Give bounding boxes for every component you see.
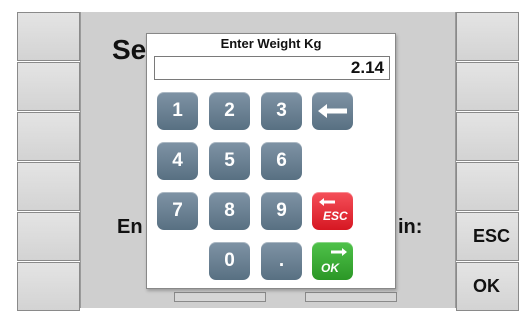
ok-key-label: OK [321,261,339,275]
right-softkey-1[interactable] [456,12,519,61]
esc-key-label: ESC [323,209,348,223]
backspace-key[interactable] [312,92,353,130]
key-1[interactable]: 1 [157,92,198,130]
left-arrow-icon [317,104,347,118]
esc-key[interactable]: ESC [312,192,353,230]
right-softkey-3[interactable] [456,112,519,161]
key-9[interactable]: 9 [261,192,302,230]
key-2[interactable]: 2 [209,92,250,130]
right-button-column: ESC OK [456,12,519,311]
ok-key[interactable]: OK [312,242,353,280]
screen: Se En in: ESC OK Enter Weight Kg 2.14 1 … [0,0,519,311]
left-softkey-2[interactable] [17,62,80,111]
weight-keypad-dialog: Enter Weight Kg 2.14 1 2 3 4 5 6 7 8 9 E… [146,33,396,289]
key-7[interactable]: 7 [157,192,198,230]
left-softkey-4[interactable] [17,162,80,211]
background-entry-label: En [117,216,143,238]
bottom-tab-2[interactable] [305,292,397,302]
bottom-tab-1[interactable] [174,292,266,302]
esc-softkey[interactable]: ESC [456,212,519,261]
right-softkey-4[interactable] [456,162,519,211]
background-title: Se [112,34,147,65]
key-4[interactable]: 4 [157,142,198,180]
left-softkey-1[interactable] [17,12,80,61]
ok-softkey[interactable]: OK [456,262,519,311]
esc-arrow-icon [319,198,335,206]
left-softkey-6[interactable] [17,262,80,311]
key-8[interactable]: 8 [209,192,250,230]
key-5[interactable]: 5 [209,142,250,180]
key-3[interactable]: 3 [261,92,302,130]
dialog-title: Enter Weight Kg [220,36,322,51]
left-softkey-3[interactable] [17,112,80,161]
weight-value-display[interactable]: 2.14 [154,56,390,80]
key-decimal[interactable]: . [261,242,302,280]
background-suffix-label: in: [398,216,423,238]
ok-arrow-icon [331,248,347,256]
left-softkey-5[interactable] [17,212,80,261]
key-6[interactable]: 6 [261,142,302,180]
left-button-column [17,12,80,311]
right-softkey-2[interactable] [456,62,519,111]
key-0[interactable]: 0 [209,242,250,280]
